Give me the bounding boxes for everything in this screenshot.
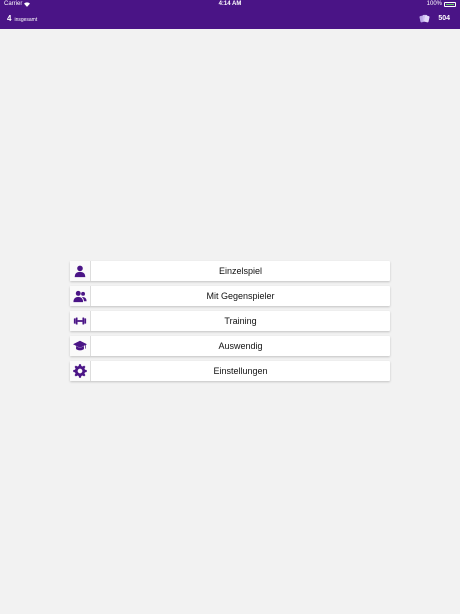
gear-icon (70, 361, 91, 381)
status-time: 4:14 AM (218, 1, 242, 7)
menu-item-label: Training (224, 316, 257, 326)
person-icon (70, 261, 91, 281)
menu-item-label: Auswendig (218, 341, 263, 351)
menu-item-einstellungen[interactable]: Einstellungen (70, 361, 390, 381)
menu-item-label: Mit Gegenspieler (206, 291, 275, 301)
menu-item-auswendig[interactable]: Auswendig (70, 336, 390, 356)
graduation-cap-icon (70, 336, 91, 356)
menu-item-training[interactable]: Training (70, 311, 390, 331)
main-menu: Einzelspiel Mit Gegenspieler Training Au… (70, 261, 390, 386)
battery-icon (444, 1, 456, 7)
cards-icon[interactable] (419, 13, 430, 24)
menu-item-einzelspiel[interactable]: Einzelspiel (70, 261, 390, 281)
total-count-label: insgesamt (14, 17, 38, 23)
battery-status: 100% (427, 1, 456, 7)
nav-right: 504 (419, 13, 450, 24)
menu-item-label: Einstellungen (213, 366, 268, 376)
total-count: 4 insgesamt (7, 14, 37, 23)
menu-item-label: Einzelspiel (218, 266, 263, 276)
menu-item-mit-gegenspieler[interactable]: Mit Gegenspieler (70, 286, 390, 306)
nav-bar: 4 insgesamt 504 (0, 10, 460, 29)
status-bar: Carrier 4:14 AM 100% (0, 0, 460, 10)
total-count-value: 4 (7, 14, 12, 23)
score-value: 504 (438, 15, 450, 22)
dumbbell-icon (70, 311, 91, 331)
people-icon (70, 286, 91, 306)
battery-percent: 100% (426, 1, 442, 7)
